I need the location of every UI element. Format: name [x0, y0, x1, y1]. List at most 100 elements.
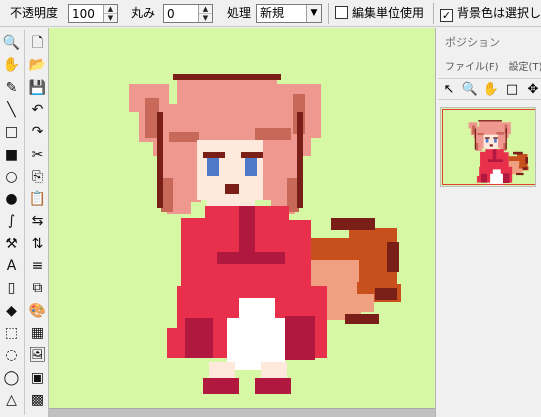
top-toolbar: 不透明度 ▲▼ 丸み ▲▼ 処理 新規 ▼ 編集単位使用 ✓背景色は選択しない [0, 0, 541, 27]
tail-outline [345, 314, 379, 324]
toolbar-divider [328, 3, 329, 24]
zoom-icon[interactable]: 🔍 [1, 32, 22, 54]
gradient-icon[interactable]: ≡ [27, 255, 48, 277]
position-panel: ポジション ファイル(F) 設定(T) ↖ 🔍 ✋ □ ✥ [435, 28, 541, 417]
frame-icon[interactable]: □ [503, 81, 521, 99]
dress-shadow [217, 252, 287, 264]
pixel-art-fox-girl [129, 74, 401, 394]
flip-vertical-icon[interactable]: ⇅ [27, 233, 48, 255]
process-select[interactable]: 新規 ▼ [256, 4, 322, 23]
tool-palette: 🔍 🗋 ✋ 📂 ✎ 💾 ╲ ↶ □ ↷ ■ ✂ ○ ⎘ ● 📋 ∫ ⇆ ⚒ ⇅ A ≡ ▯ ⧉ ◆ 🎨 ⬚ ▦ ◌ 🖼 ◯ ▣ △ ▩ [0, 28, 49, 417]
curve-icon[interactable]: ∫ [1, 210, 22, 232]
left-eye [207, 158, 219, 176]
ellipse-icon[interactable]: ○ [1, 166, 22, 188]
round-label: 丸み [131, 6, 156, 20]
copy-icon[interactable]: ⎘ [27, 166, 48, 188]
menu-file[interactable]: ファイル(F) [445, 62, 499, 73]
redo-icon[interactable]: ↷ [27, 121, 48, 143]
opacity-label: 不透明度 [10, 6, 59, 20]
hair [177, 78, 277, 108]
text-icon[interactable]: A [1, 255, 22, 277]
filled-ellipse-icon[interactable]: ● [1, 188, 22, 210]
opacity-spin-buttons[interactable]: ▲ ▼ [103, 5, 117, 22]
tail-outline [331, 218, 375, 230]
spin-down-icon[interactable]: ▼ [199, 13, 212, 22]
panel-title: ポジション [445, 36, 500, 49]
open-folder-icon[interactable]: 📂 [27, 54, 48, 76]
viewport-frame[interactable] [442, 109, 535, 185]
hair-outline [297, 112, 303, 208]
undo-icon[interactable]: ↶ [27, 99, 48, 121]
edit-unit-checkbox[interactable]: 編集単位使用 [335, 4, 424, 23]
save-icon[interactable]: 💾 [27, 77, 48, 99]
tool-column-divider [24, 30, 25, 415]
dress-shadow [185, 318, 213, 358]
edit-unit-label: 編集単位使用 [352, 6, 425, 20]
bg-color-label: 背景色は選択しない [457, 6, 541, 20]
shoes [255, 378, 291, 394]
hair-outline [157, 112, 163, 208]
eye-lines [241, 152, 263, 158]
filled-rectangle-icon[interactable]: ■ [1, 144, 22, 166]
spin-up-icon[interactable]: ▲ [199, 5, 212, 13]
triangle-select-icon[interactable]: △ [1, 389, 22, 411]
panel-toolbar: ↖ 🔍 ✋ □ ✥ [438, 78, 541, 100]
hand-icon[interactable]: ✋ [1, 54, 22, 76]
shoes [203, 378, 239, 394]
arm-right [285, 220, 311, 290]
film-icon[interactable]: ▦ [27, 322, 48, 344]
cut-icon[interactable]: ✂ [27, 144, 48, 166]
new-file-icon[interactable]: 🗋 [27, 32, 48, 54]
image-icon[interactable]: 🖼 [27, 344, 48, 366]
checkmark-icon[interactable]: ✓ [440, 9, 453, 22]
left-ear-inner [145, 98, 159, 138]
dress-shadow [285, 316, 315, 360]
arrow-icon[interactable]: ↖ [440, 81, 458, 99]
dress-shadow [239, 206, 255, 252]
lasso-select-icon[interactable]: ◯ [1, 367, 22, 389]
panel-menu: ファイル(F) 設定(T) [445, 58, 541, 73]
pencil-icon[interactable]: ✎ [1, 77, 22, 99]
opacity-spinbox[interactable]: ▲▼ [68, 4, 118, 23]
process-label: 処理 [227, 6, 252, 20]
round-spin-buttons[interactable]: ▲ ▼ [198, 5, 212, 22]
hair-outline [173, 74, 281, 80]
tail-light [334, 294, 374, 312]
layers-icon[interactable]: ⧉ [27, 277, 48, 299]
flip-horizontal-icon[interactable]: ⇆ [27, 210, 48, 232]
thumbnail-preview[interactable] [440, 107, 536, 187]
checkbox-icon[interactable] [335, 6, 348, 19]
right-eye [245, 158, 257, 176]
horizontal-scrollbar[interactable] [49, 408, 435, 417]
move-icon[interactable]: ✥ [524, 81, 541, 99]
spin-up-icon[interactable]: ▲ [104, 5, 117, 13]
apron [239, 298, 275, 322]
toolbar-divider [433, 3, 434, 24]
palette-icon[interactable]: 🎨 [27, 300, 48, 322]
fill-icon[interactable]: ⚒ [1, 233, 22, 255]
hand-icon[interactable]: ✋ [482, 81, 500, 99]
tail-outline [375, 288, 397, 300]
rectangle-icon[interactable]: □ [1, 121, 22, 143]
eye-lines [225, 184, 239, 194]
eraser-icon[interactable]: ▯ [1, 277, 22, 299]
zoom-icon[interactable]: 🔍 [461, 81, 479, 99]
arm-left [181, 218, 209, 294]
ellipse-select-icon[interactable]: ◌ [1, 344, 22, 366]
chevron-down-icon[interactable]: ▼ [306, 5, 321, 22]
canvas-area [49, 28, 435, 417]
drawing-canvas[interactable] [49, 28, 435, 408]
eye-lines [203, 152, 225, 158]
menu-settings[interactable]: 設定(T) [509, 62, 541, 73]
round-spinbox[interactable]: ▲▼ [163, 4, 213, 23]
hair-shadow [169, 132, 199, 142]
hair-shadow [255, 128, 291, 140]
frames-icon[interactable]: ▣ [27, 367, 48, 389]
grid-icon[interactable]: ▩ [27, 389, 48, 411]
color-picker-icon[interactable]: ◆ [1, 300, 22, 322]
paste-icon[interactable]: 📋 [27, 188, 48, 210]
spin-down-icon[interactable]: ▼ [104, 13, 117, 22]
bg-color-checkbox[interactable]: ✓ 背景色は選択しない [440, 4, 541, 23]
line-icon[interactable]: ╲ [1, 99, 22, 121]
rect-select-icon[interactable]: ⬚ [1, 322, 22, 344]
